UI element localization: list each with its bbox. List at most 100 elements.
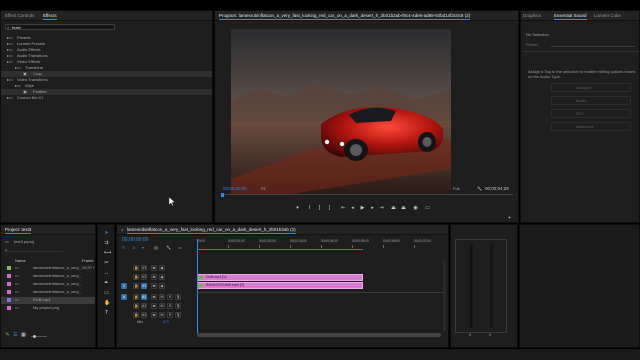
effects-search-box[interactable]: ⌕ feath bbox=[5, 24, 115, 30]
add-marker-icon[interactable]: ▾ bbox=[142, 245, 144, 250]
mute-button[interactable]: M bbox=[159, 294, 165, 300]
export-frame-icon[interactable]: ◉ bbox=[413, 206, 418, 211]
source-patch-button[interactable]: A bbox=[121, 294, 127, 300]
time-ruler[interactable]: 00;00 00;00;01;00 00;00;02;00 00;00;03;00 00… bbox=[197, 239, 445, 249]
program-scrubber[interactable] bbox=[221, 193, 513, 197]
comparison-view-icon[interactable]: ▭ bbox=[425, 206, 430, 211]
solo-button[interactable]: S bbox=[167, 312, 173, 318]
slip-tool-icon[interactable]: ↔ bbox=[104, 271, 109, 276]
horizontal-scrollbar[interactable] bbox=[197, 333, 441, 337]
solo-left-button[interactable]: S bbox=[469, 333, 471, 338]
track-target-button[interactable]: V1 bbox=[141, 283, 147, 289]
mark-in-icon[interactable]: ▾ bbox=[295, 206, 300, 211]
project-search[interactable]: ⌕ bbox=[5, 247, 63, 252]
program-timecode[interactable]: 00;00;00;00 bbox=[223, 186, 247, 191]
go-to-out-point-icon[interactable]: ⇥ bbox=[379, 206, 384, 211]
column-name[interactable]: Name bbox=[15, 258, 26, 263]
sync-lock-icon[interactable]: ⇆ bbox=[151, 265, 157, 271]
solo-right-button[interactable]: S bbox=[489, 333, 491, 338]
snap-icon[interactable]: ⊓ bbox=[122, 245, 125, 250]
selection-tool-icon[interactable]: ➤ bbox=[104, 231, 109, 236]
track-select-tool-icon[interactable]: ⇉ bbox=[104, 241, 109, 246]
vertical-scrollbar[interactable] bbox=[443, 261, 446, 331]
track-lock-icon[interactable]: 🔒 bbox=[133, 274, 139, 280]
timeline-settings-icon[interactable]: 🔧 bbox=[166, 245, 171, 250]
project-item[interactable]: ▭ lamesrobinflatcon_a_very_ bbox=[1, 281, 95, 288]
tab-effect-controls[interactable]: Effect Controls bbox=[5, 13, 34, 18]
go-to-out-icon[interactable]: ] bbox=[327, 206, 332, 211]
clip-dub[interactable]: DUB.mp4 [V] bbox=[197, 274, 363, 281]
play-icon[interactable]: ▶ bbox=[360, 206, 365, 211]
zoom-handle[interactable] bbox=[33, 335, 36, 338]
sync-lock-icon[interactable]: ⇆ bbox=[151, 303, 157, 309]
sync-lock-icon[interactable]: ⇆ bbox=[151, 283, 157, 289]
close-icon[interactable]: × bbox=[121, 227, 123, 232]
tab-effects[interactable]: Effects bbox=[43, 13, 57, 20]
track-lock-icon[interactable]: 🔒 bbox=[133, 303, 139, 309]
source-patch-button[interactable]: V bbox=[121, 283, 127, 289]
captions-icon[interactable]: ▤ bbox=[154, 245, 158, 250]
step-back-icon[interactable]: ◂ bbox=[350, 206, 355, 211]
voice-over-mic-icon[interactable]: 🎙 bbox=[175, 312, 181, 318]
column-frame[interactable]: Frame bbox=[82, 258, 94, 263]
audio-type-button[interactable]: Ambience bbox=[551, 122, 631, 131]
go-to-in-icon[interactable]: [ bbox=[317, 206, 322, 211]
rectangle-tool-icon[interactable]: ▭ bbox=[104, 291, 109, 296]
sync-lock-icon[interactable]: ⇆ bbox=[151, 312, 157, 318]
add-button-icon[interactable]: + bbox=[507, 216, 512, 221]
mark-out-icon[interactable]: ǀ bbox=[307, 206, 312, 211]
list-view-icon[interactable]: ☰ bbox=[13, 333, 18, 338]
audio-type-button[interactable]: Dialogue bbox=[551, 83, 631, 92]
mute-button[interactable]: M bbox=[159, 303, 165, 309]
timeline-timecode[interactable]: 00;00;00;00 bbox=[122, 238, 148, 243]
project-title[interactable]: Project: test3 bbox=[5, 227, 32, 234]
step-forward-icon[interactable]: ▸ bbox=[370, 206, 375, 211]
timeline-sequence-tab[interactable]: lamesrobinflatcon_a_very_fast_looking_re… bbox=[127, 227, 296, 234]
project-item[interactable]: ▭ My project.png bbox=[1, 305, 95, 312]
ripple-edit-tool-icon[interactable]: ⟷ bbox=[104, 251, 111, 256]
project-item[interactable]: ▭ lamesrobinflatcon_a_very_ bbox=[1, 273, 95, 280]
mix-value[interactable]: 0.0 bbox=[163, 319, 169, 324]
track-target-button[interactable]: A1 bbox=[141, 294, 147, 300]
tab-lumetri-color[interactable]: Lumetri Color bbox=[594, 13, 621, 18]
track-target-button[interactable]: A2 bbox=[141, 303, 147, 309]
zoom-slider[interactable] bbox=[31, 335, 47, 338]
pencil-icon[interactable]: ✎ bbox=[5, 333, 10, 338]
hand-tool-icon[interactable]: ✋ bbox=[104, 301, 110, 306]
track-lock-icon[interactable]: 🔒 bbox=[133, 283, 139, 289]
audio-type-button[interactable]: Music bbox=[551, 96, 631, 105]
tab-graphics[interactable]: Graphics bbox=[523, 13, 541, 18]
toggle-output-eye-icon[interactable]: ◉ bbox=[159, 274, 165, 280]
solo-button[interactable]: S bbox=[167, 303, 173, 309]
effects-search-input[interactable]: feath bbox=[12, 25, 21, 30]
project-item[interactable]: ▭ lamesrobinflatcon_a_very_ bbox=[1, 289, 95, 296]
track-target-button[interactable]: A3 bbox=[141, 312, 147, 318]
voice-over-mic-icon[interactable]: 🎙 bbox=[175, 303, 181, 309]
track-target-button[interactable]: V2 bbox=[141, 274, 147, 280]
tab-essential-sound[interactable]: Essential Sound bbox=[554, 13, 587, 20]
playhead-marker[interactable] bbox=[221, 193, 224, 197]
track-lock-icon[interactable]: 🔒 bbox=[133, 294, 139, 300]
effects-tree-item[interactable]: ▸▭ Custom Bin 01 bbox=[1, 95, 212, 101]
settings-wrench-icon[interactable]: 🔧 bbox=[477, 186, 482, 191]
scrollbar-thumb[interactable] bbox=[197, 333, 441, 337]
preset-dropdown[interactable] bbox=[551, 42, 635, 47]
linked-selection-icon[interactable]: ⊃ bbox=[132, 245, 135, 250]
solo-button[interactable]: S bbox=[167, 294, 173, 300]
icon-view-icon[interactable]: ▦ bbox=[21, 333, 26, 338]
razor-tool-icon[interactable]: ✂ bbox=[104, 261, 109, 266]
project-item[interactable]: ▭ lamesrobinflatcon_a_very_ 29,97 f bbox=[1, 265, 95, 272]
go-to-in-point-icon[interactable]: ⇤ bbox=[341, 206, 346, 211]
quality-dropdown[interactable]: Full bbox=[453, 186, 459, 191]
track-target-button[interactable]: V3 bbox=[141, 265, 147, 271]
fit-dropdown[interactable]: Fit bbox=[261, 186, 265, 191]
toggle-output-eye-icon[interactable]: ◉ bbox=[159, 265, 165, 271]
sync-lock-icon[interactable]: ⇆ bbox=[151, 294, 157, 300]
program-monitor-title[interactable]: Program: lamesrobinflatcon_a_very_fast_l… bbox=[219, 13, 471, 20]
type-tool-icon[interactable]: T bbox=[104, 311, 109, 316]
mute-button[interactable]: M bbox=[159, 312, 165, 318]
caption-track-icon[interactable]: ▭ bbox=[178, 245, 182, 250]
project-item[interactable]: ▭ DUB.mp4 bbox=[1, 297, 95, 304]
sync-lock-icon[interactable]: ⇆ bbox=[151, 274, 157, 280]
playhead-line[interactable] bbox=[197, 239, 198, 335]
